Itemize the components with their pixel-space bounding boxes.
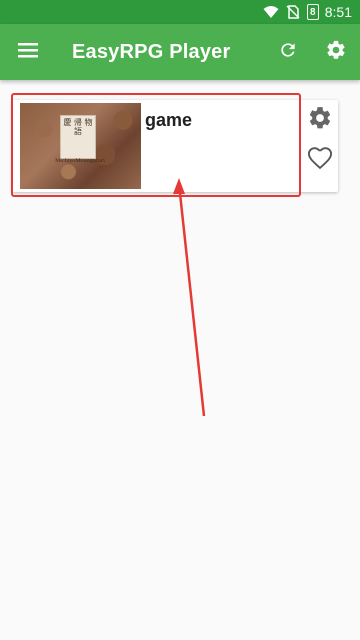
wifi-icon bbox=[263, 4, 279, 20]
battery-level: 8 bbox=[309, 6, 316, 18]
highlight-box bbox=[11, 93, 301, 197]
status-bar: 8 8:51 bbox=[0, 0, 360, 24]
no-sim-icon bbox=[285, 4, 301, 20]
status-time: 8:51 bbox=[324, 4, 352, 20]
favorite-heart-icon bbox=[306, 144, 334, 177]
gear-icon bbox=[325, 39, 347, 66]
refresh-button[interactable] bbox=[264, 28, 312, 76]
game-actions bbox=[300, 100, 340, 180]
settings-button[interactable] bbox=[312, 28, 360, 76]
refresh-icon bbox=[278, 40, 298, 65]
battery-icon: 8 bbox=[306, 4, 319, 20]
app-title: EasyRPG Player bbox=[72, 40, 231, 63]
app-bar: EasyRPG Player bbox=[0, 24, 360, 80]
menu-button[interactable] bbox=[4, 28, 52, 76]
menu-icon bbox=[18, 42, 38, 63]
game-settings-icon bbox=[307, 105, 333, 136]
favorite-button[interactable] bbox=[302, 140, 338, 180]
game-settings-button[interactable] bbox=[302, 100, 338, 140]
